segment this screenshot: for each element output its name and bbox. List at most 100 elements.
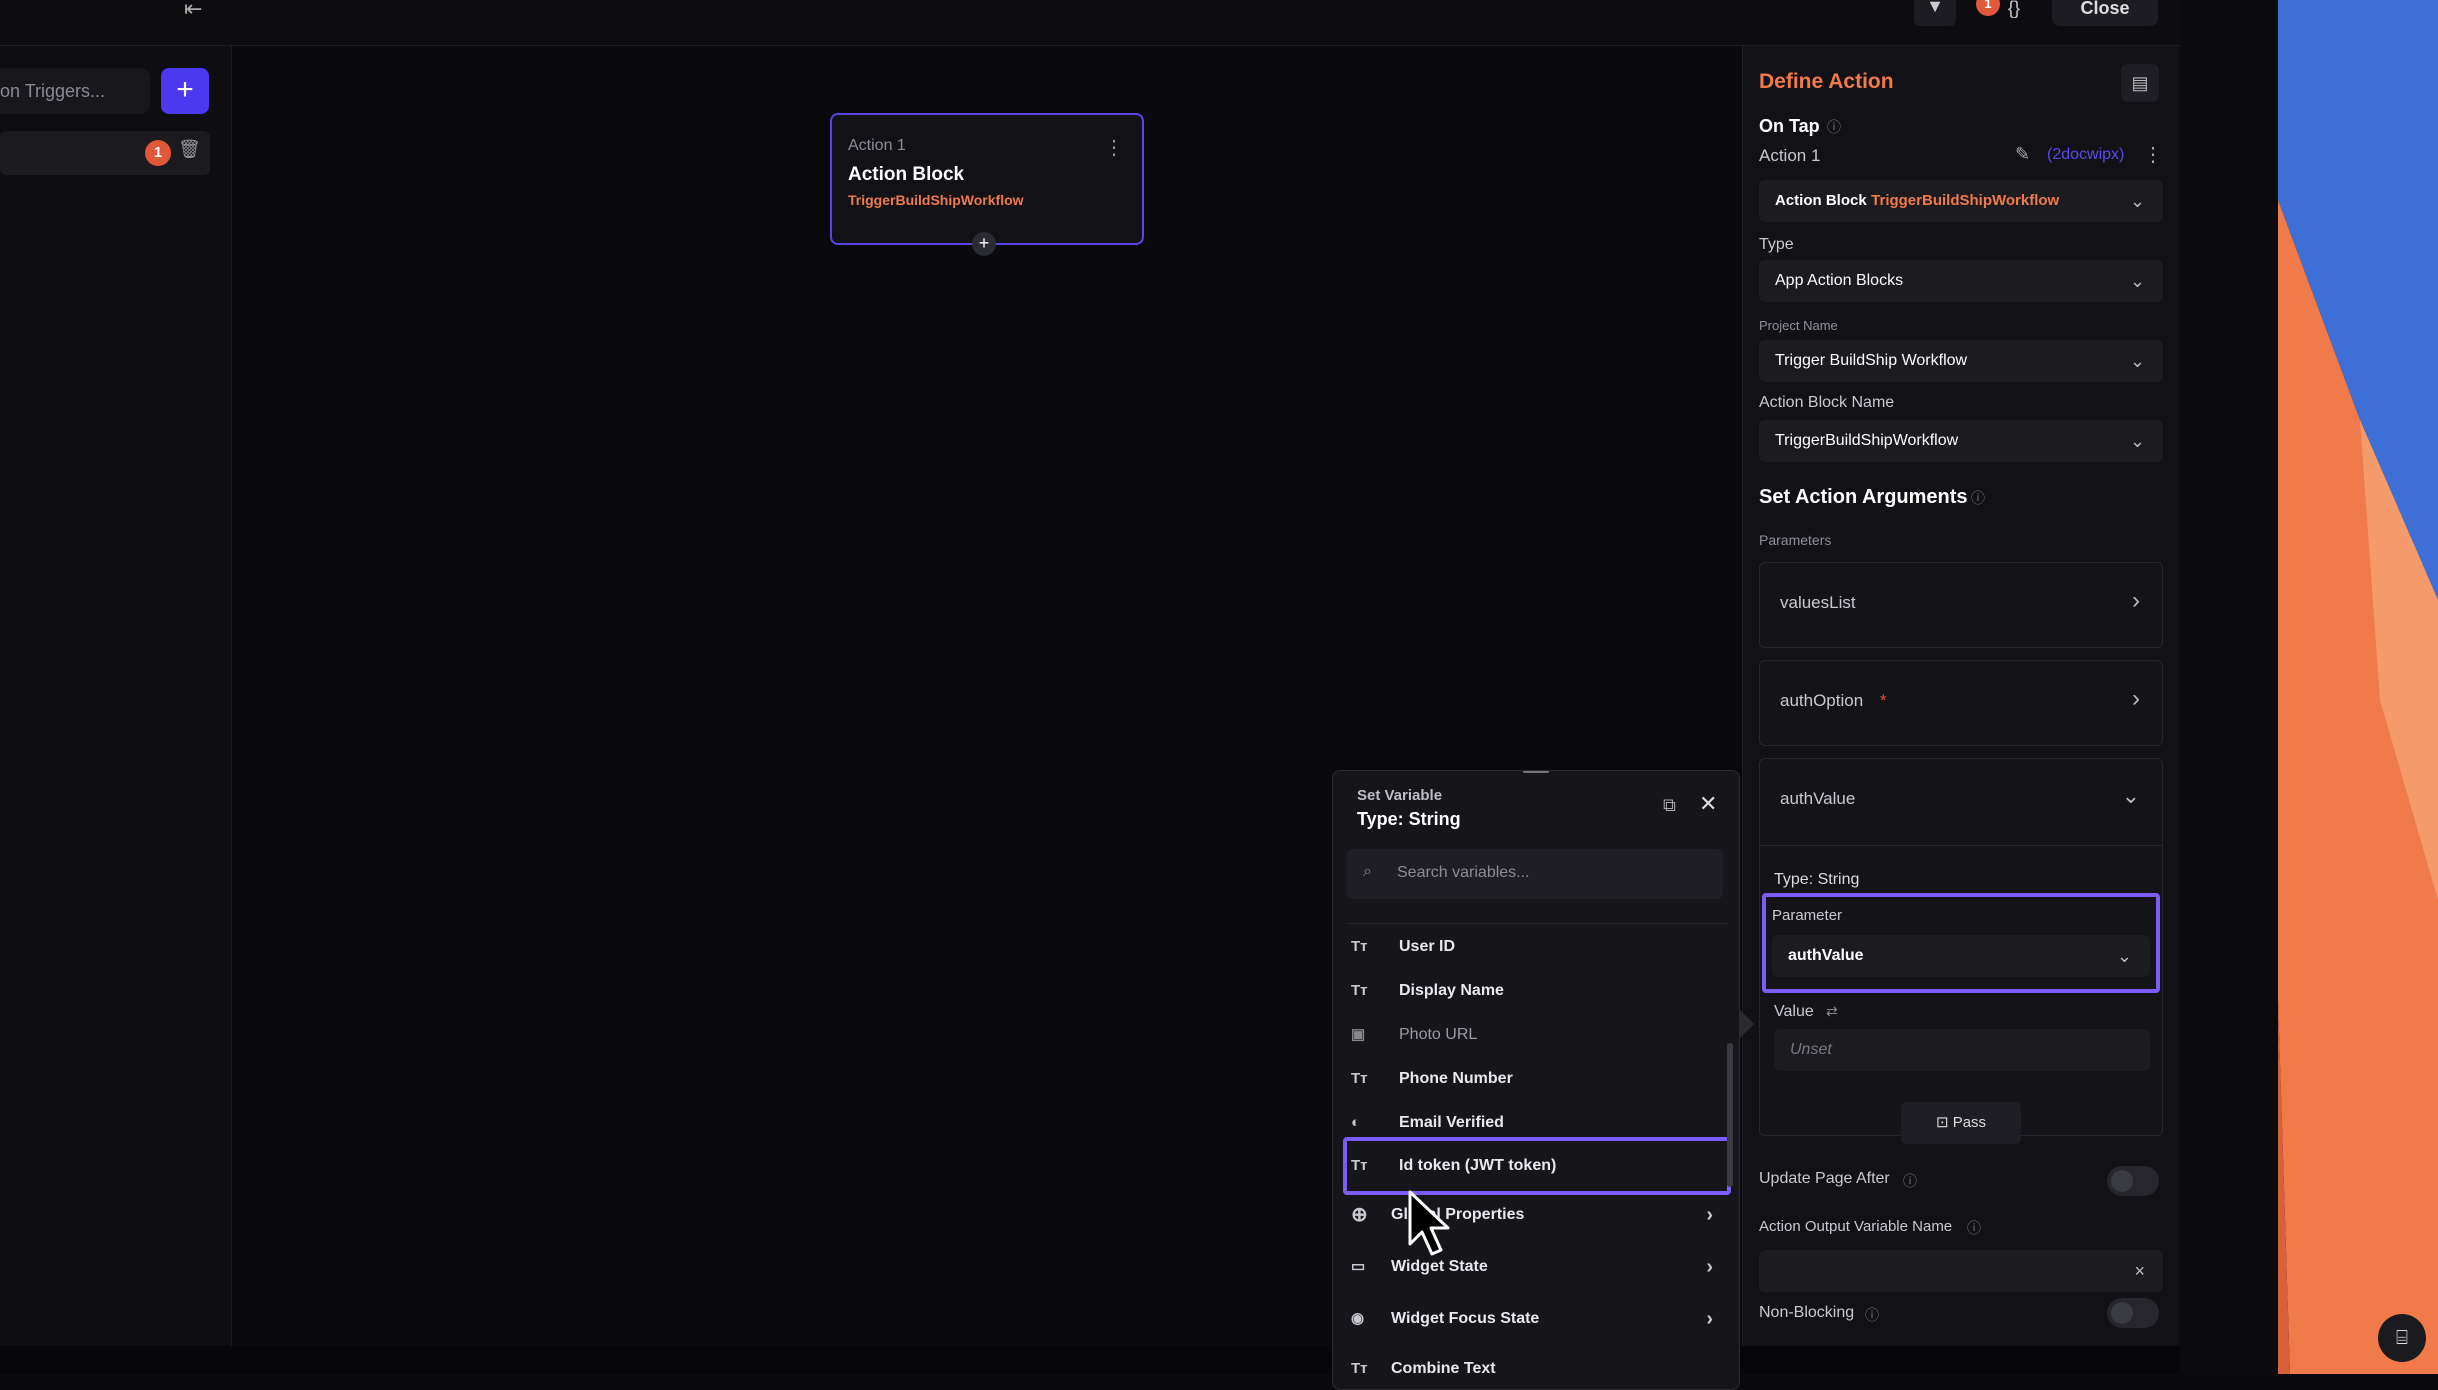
close-icon[interactable]: × [2134, 1250, 2145, 1292]
info-icon: ⓘ [1865, 1307, 1879, 1323]
text-icon: Tт [1351, 982, 1368, 999]
bottom-strip [0, 1346, 2180, 1374]
panel-action-icon[interactable]: ▤ [2121, 64, 2159, 102]
action-node[interactable]: Action 1 Action Block TriggerBuildShipWo… [830, 113, 1144, 245]
pass-icon: ⊡ [1935, 1114, 1953, 1131]
variable-item-user-id[interactable]: Tт User ID [1351, 927, 1721, 967]
text-icon: Tт [1351, 938, 1368, 955]
node-label: Action 1 [848, 137, 906, 154]
drag-handle[interactable] [1523, 771, 1549, 773]
group-combine-text[interactable]: Tт Combine Text [1351, 1349, 1721, 1389]
parameter-select-highlight[interactable]: Parameter authValue ⌄ [1762, 893, 2160, 993]
action-id: (2docwipx) [2047, 146, 2125, 163]
param-name: valuesList [1780, 593, 1856, 612]
non-blocking-toggle[interactable] [2107, 1298, 2159, 1328]
value-unset: Unset [1790, 1041, 1832, 1058]
param-authoption[interactable]: authOption * › [1759, 660, 2163, 746]
trash-icon[interactable]: 🗑 [178, 139, 201, 160]
pass-button[interactable]: ⊡ Pass [1901, 1102, 2021, 1144]
chevron-down-icon: ⌄ [2116, 946, 2132, 966]
variable-label: Photo URL [1399, 1026, 1478, 1043]
close-button[interactable]: Close [2052, 0, 2158, 26]
variable-item-id-token[interactable]: Tт Id token (JWT token) [1351, 1146, 1721, 1186]
group-label: Widget Focus State [1391, 1310, 1540, 1327]
set-variable-popup: Set Variable Type: String ⧉ ✕ ⌕ Search v… [1332, 770, 1740, 1390]
variable-label: User ID [1399, 938, 1456, 955]
filter-icon[interactable]: ▼ [1914, 0, 1956, 26]
error-badge[interactable]: 1 [1976, 0, 2000, 16]
param-valueslist[interactable]: valuesList › [1759, 562, 2163, 648]
action-more-icon[interactable]: ⋮ [2143, 142, 2163, 167]
triggers-search-input[interactable]: on Triggers... [0, 68, 150, 114]
scrollbar[interactable] [1727, 1043, 1733, 1187]
text-icon: Tт [1351, 1070, 1368, 1087]
output-var-input[interactable]: × [1759, 1250, 2163, 1292]
project-select[interactable]: Trigger BuildShip Workflow ⌄ [1759, 340, 2163, 382]
text-icon: Tт [1351, 1157, 1368, 1174]
update-page-label: Update Page After [1759, 1170, 1890, 1187]
chevron-down-icon: ⌄ [2129, 431, 2145, 451]
close-icon[interactable]: ✕ [1699, 791, 1717, 817]
non-blocking-label: Non-Blocking [1759, 1304, 1855, 1321]
edit-icon[interactable]: ✎ [2015, 144, 2030, 165]
top-bar: ⇤ ▼ 1 {} Close [0, 0, 2180, 46]
type-select[interactable]: App Action Blocks ⌄ [1759, 260, 2163, 302]
search-placeholder: Search variables... [1397, 864, 1530, 881]
chevron-down-icon[interactable]: ⌄ [2122, 783, 2140, 809]
scan-icon[interactable]: ⌸ [2378, 1314, 2426, 1362]
chevron-down-icon: ⌄ [2129, 351, 2145, 371]
chevron-down-icon: ⌄ [2129, 191, 2145, 211]
param-authvalue[interactable]: authValue ⌄ Type: String Parameter authV… [1759, 758, 2163, 1136]
more-vert-icon[interactable]: ⋮ [1104, 135, 1124, 160]
param-name: authValue [1780, 789, 1856, 808]
action-name: Action 1 [1759, 146, 1821, 165]
parameter-label: Parameter [1772, 907, 1843, 924]
info-icon: ⓘ [1903, 1173, 1917, 1189]
value-input[interactable]: Unset [1774, 1029, 2150, 1071]
divider [1347, 923, 1727, 924]
variable-item-phone-number[interactable]: Tт Phone Number [1351, 1059, 1721, 1099]
auth-type: Type: String [1774, 871, 1860, 888]
variable-icon[interactable]: ⇄ [1826, 1003, 1838, 1020]
code-icon[interactable]: {} [2008, 0, 2020, 19]
params-label: Parameters [1759, 532, 1832, 548]
image-icon: ▣ [1351, 1026, 1366, 1043]
mouse-cursor-icon [1408, 1190, 1450, 1256]
chevron-right-icon: › [1706, 1308, 1713, 1330]
chevron-right-icon: › [2132, 685, 2140, 712]
block-name-label: Action Block Name [1759, 394, 1895, 411]
info-icon: ⓘ [1827, 119, 1841, 135]
collapse-panel-icon[interactable]: ⇤ [184, 0, 202, 22]
trigger-name: On Tap [1759, 116, 1820, 136]
parameter-select[interactable]: authValue ⌄ [1772, 935, 2150, 977]
add-trigger-button[interactable]: + [161, 68, 209, 114]
chevron-right-icon: › [2132, 587, 2140, 614]
pass-label: Pass [1952, 1114, 1987, 1131]
divider [1760, 845, 2162, 846]
project-value: Trigger BuildShip Workflow [1775, 352, 1968, 369]
variable-search-input[interactable]: ⌕ Search variables... [1347, 849, 1723, 899]
update-page-toggle[interactable] [2107, 1166, 2159, 1196]
node-title: Action Block [848, 164, 965, 185]
popup-type: Type: String [1357, 809, 1461, 829]
action-block-name: TriggerBuildShipWorkflow [1871, 192, 2060, 209]
variable-item-display-name[interactable]: Tт Display Name [1351, 971, 1721, 1011]
block-name-select[interactable]: TriggerBuildShipWorkflow ⌄ [1759, 420, 2163, 462]
globe-icon: ⊕ [1351, 1204, 1368, 1226]
group-widget-state[interactable]: ▭ Widget State › [1351, 1247, 1721, 1287]
variable-label: Phone Number [1399, 1070, 1513, 1087]
group-label: Combine Text [1391, 1360, 1496, 1377]
variable-item-photo-url[interactable]: ▣ Photo URL [1351, 1015, 1721, 1055]
popup-header: Set Variable [1357, 787, 1443, 804]
block-name-value: TriggerBuildShipWorkflow [1775, 432, 1959, 449]
param-name: authOption [1780, 691, 1864, 710]
group-global-properties[interactable]: ⊕ Global Properties › [1351, 1195, 1721, 1235]
add-action-button[interactable]: + [972, 232, 996, 256]
copy-icon[interactable]: ⧉ [1663, 795, 1676, 816]
parameter-value: authValue [1788, 947, 1864, 964]
action-block-select[interactable]: Action Block TriggerBuildShipWorkflow ⌄ [1759, 180, 2163, 222]
wallpaper-art [2180, 0, 2438, 1374]
search-icon: ⌕ [1363, 863, 1372, 880]
group-widget-focus-state[interactable]: ◉ Widget Focus State › [1351, 1299, 1721, 1339]
value-label: Value [1774, 1003, 1814, 1020]
